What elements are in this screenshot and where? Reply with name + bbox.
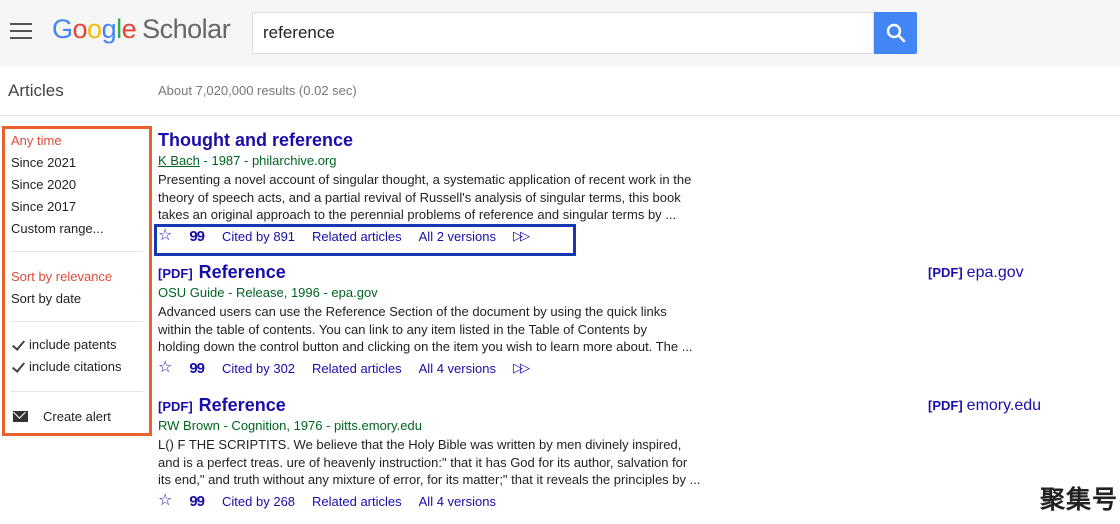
articles-label[interactable]: Articles [8, 81, 64, 101]
sort-by-relevance[interactable]: Sort by relevance [11, 269, 112, 284]
search-box [252, 12, 874, 54]
result-actions: ☆ 99 Cited by 268 Related articles All 4… [158, 493, 778, 510]
divider [10, 321, 143, 322]
results-subbar: Articles About 7,020,000 results (0.02 s… [0, 66, 1120, 116]
create-alert-button[interactable]: Create alert [13, 409, 111, 424]
star-icon[interactable]: ☆ [158, 360, 172, 376]
filter-custom-range[interactable]: Custom range... [11, 221, 104, 236]
result-title-link[interactable]: [PDF] Reference [158, 395, 778, 416]
search-result: [PDF] Reference RW Brown - Cognition, 197… [158, 395, 778, 510]
cited-by-link[interactable]: Cited by 268 [222, 494, 295, 509]
envelope-icon [13, 411, 28, 422]
filter-sidebar: Any time Since 2021 Since 2020 Since 201… [2, 126, 152, 436]
more-icon[interactable]: ▷▷ [513, 360, 530, 376]
top-header: Google Scholar [0, 0, 1120, 66]
search-input[interactable] [253, 13, 873, 53]
quote-icon[interactable]: 99 [189, 493, 205, 510]
versions-link[interactable]: All 4 versions [419, 494, 496, 509]
related-articles-link[interactable]: Related articles [312, 494, 402, 509]
result-meta: K Bach - 1987 - philarchive.org [158, 153, 337, 168]
related-articles-link[interactable]: Related articles [312, 361, 402, 376]
result-snippet: Advanced users can use the Reference Sec… [158, 304, 693, 354]
divider [10, 391, 143, 392]
filter-since-2020[interactable]: Since 2020 [11, 177, 76, 192]
quote-icon[interactable]: 99 [189, 360, 205, 377]
result-meta: RW Brown - Cognition, 1976 - pitts.emory… [158, 418, 422, 433]
action-highlight-box [154, 224, 576, 256]
search-button[interactable] [874, 12, 917, 54]
sort-by-date[interactable]: Sort by date [11, 291, 81, 306]
result-meta: OSU Guide - Release, 1996 - epa.gov [158, 285, 378, 300]
search-result: [PDF] Reference OSU Guide - Release, 1996… [158, 262, 778, 377]
versions-link[interactable]: All 4 versions [419, 361, 496, 376]
pdf-side-link[interactable]: [PDF] emory.edu [928, 397, 1041, 415]
filter-any-time[interactable]: Any time [11, 133, 62, 148]
result-title-link[interactable]: Thought and reference [158, 130, 778, 151]
hamburger-menu-icon[interactable] [10, 23, 32, 39]
result-title-link[interactable]: [PDF] Reference [158, 262, 778, 283]
pdf-side-link[interactable]: [PDF] epa.gov [928, 264, 1024, 282]
result-snippet: L() F THE SCRIPTITS. We believe that the… [158, 437, 701, 487]
cited-by-link[interactable]: Cited by 302 [222, 361, 295, 376]
author-link[interactable]: K Bach [158, 153, 200, 168]
search-icon [886, 23, 905, 43]
filter-since-2021[interactable]: Since 2021 [11, 155, 76, 170]
include-citations-checkbox[interactable]: include citations [11, 359, 122, 374]
divider [10, 251, 143, 252]
result-snippet: Presenting a novel account of singular t… [158, 172, 692, 222]
result-actions: ☆ 99 Cited by 302 Related articles All 4… [158, 360, 778, 377]
checkmark-icon [11, 338, 25, 352]
watermark: 聚集号 [1040, 486, 1119, 514]
star-icon[interactable]: ☆ [158, 493, 172, 509]
google-scholar-logo[interactable]: Google Scholar [52, 14, 231, 45]
filter-since-2017[interactable]: Since 2017 [11, 199, 76, 214]
include-patents-checkbox[interactable]: include patents [11, 337, 116, 352]
checkmark-icon [11, 360, 25, 374]
results-count: About 7,020,000 results (0.02 sec) [158, 83, 357, 98]
